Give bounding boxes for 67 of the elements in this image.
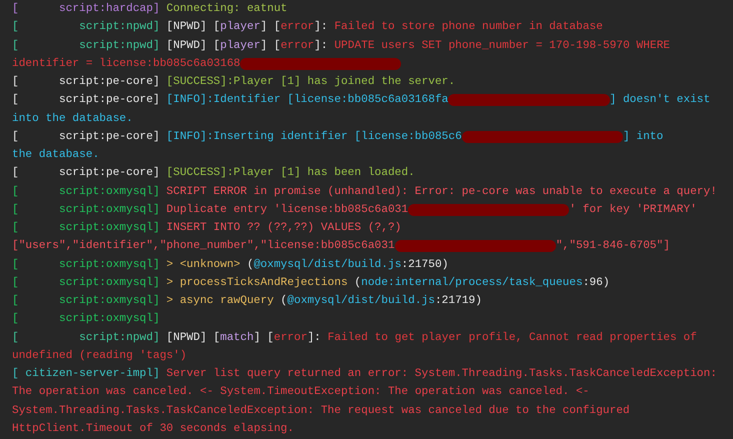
source-tag: [ script:pe-core] xyxy=(12,128,160,146)
log-text: ]: xyxy=(307,330,322,346)
log-text: The operation was canceled. <- System.TimeoutException: The operation was canceled. <- xyxy=(12,384,590,400)
source-tag: [ script:oxmysql] xyxy=(12,310,160,328)
log-text: HttpClient.Timeout of 30 seconds elapsing. xyxy=(12,422,294,437)
log-text: [INFO]:Identifier [license:bb085c6a03168fa xyxy=(166,92,448,108)
log-text: System.Threading.Tasks.TaskCanceledException: The request was canceled due to the configured xyxy=(12,404,630,418)
source-tag: [ citizen-server-impl] xyxy=(12,365,160,384)
source-tag: [ script:hardcap] xyxy=(12,0,160,18)
log-text: player xyxy=(220,20,260,36)
log-text: > <unknown> xyxy=(166,258,240,272)
source-tag: [ script:oxmysql] xyxy=(12,274,160,292)
log-text: ( xyxy=(280,294,288,309)
log-text: :96) xyxy=(582,276,610,291)
log-text: Server list query returned an error: System.Threading.Tasks.TaskCanceledException: xyxy=(166,366,717,382)
log-text: undefined (reading 'tags') xyxy=(12,348,187,364)
log-text: ] into xyxy=(622,130,664,145)
log-text: ' for key 'PRIMARY' xyxy=(569,202,697,218)
log-text: the database. xyxy=(12,148,100,163)
log-text: UPDATE users SET phone_number = 170-198-5970 WHERE xyxy=(334,38,670,54)
source-tag: [ script:oxmysql] xyxy=(12,200,160,219)
log-text: player xyxy=(220,38,260,54)
log-text: [SUCCESS]:Player [1] has been loaded. xyxy=(166,166,415,182)
log-text: error xyxy=(280,20,314,36)
source-tag: [ script:npwd] xyxy=(12,36,160,55)
log-text: ","591-846-6705"] xyxy=(556,238,670,254)
source-tag: [ script:pe-core] xyxy=(12,91,160,110)
log-text: into the database. xyxy=(12,112,133,126)
source-tag: [ script:oxmysql] xyxy=(12,182,160,201)
source-tag: [ script:pe-core] xyxy=(12,164,160,182)
log-text: ] [ xyxy=(254,330,274,346)
log-text: @oxmysql/dist/build.js xyxy=(254,258,402,272)
log-text: error xyxy=(274,330,308,346)
log-text: Failed to store phone number in database xyxy=(334,20,603,36)
log-text: identifier = license:bb085c6a03168 xyxy=(12,56,240,72)
log-text: ] [ xyxy=(260,20,281,36)
log-text: Failed to get player profile, Cannot read properties of xyxy=(328,330,697,346)
log-text: [INFO]:Inserting identifier [license:bb085c6 xyxy=(166,130,462,145)
log-text: ]: xyxy=(314,20,329,36)
log-text: INSERT INTO ?? (??,??) VALUES (?,?) xyxy=(166,220,402,236)
source-tag: [ script:pe-core] xyxy=(12,73,160,92)
log-text: [NPWD] [ xyxy=(166,20,220,36)
log-text: @oxmysql/dist/build.js xyxy=(287,294,435,309)
log-text: error xyxy=(280,38,314,54)
log-text: :21719) xyxy=(434,294,482,309)
log-text: > async rawQuery xyxy=(166,294,274,309)
log-text: ( xyxy=(353,276,362,291)
source-tag: [ script:oxmysql] xyxy=(12,256,160,274)
source-tag: [ script:oxmysql] xyxy=(12,292,160,310)
log-text: Connecting: eatnut xyxy=(166,2,288,17)
log-text: SCRIPT ERROR in promise (unhandled): Error: pe-core was unable to execute a query! xyxy=(166,184,717,200)
log-text: ] [ xyxy=(260,38,281,54)
log-text: node:internal/process/task_queues xyxy=(361,276,583,291)
log-text: Duplicate entry 'license:bb085c6a031 xyxy=(166,202,408,218)
log-text: ["users","identifier","phone_number","license:bb085c6a031 xyxy=(12,238,395,254)
log-text: ( xyxy=(246,258,254,272)
source-tag: [ script:npwd] xyxy=(12,328,160,347)
log-text: match xyxy=(220,330,254,346)
source-tag: [ script:oxmysql] xyxy=(12,219,160,238)
source-tag: [ script:npwd] xyxy=(12,18,160,36)
log-text: [SUCCESS]:Player [1] has joined the server. xyxy=(166,74,456,90)
log-text: :21750) xyxy=(401,258,448,272)
log-text: ]: xyxy=(314,38,329,54)
log-text: [NPWD] [ xyxy=(166,38,220,54)
log-text: > processTicksAndRejections xyxy=(166,276,348,291)
log-text: ] doesn't exist xyxy=(610,92,710,108)
log-text: [NPWD] [ xyxy=(166,330,220,346)
